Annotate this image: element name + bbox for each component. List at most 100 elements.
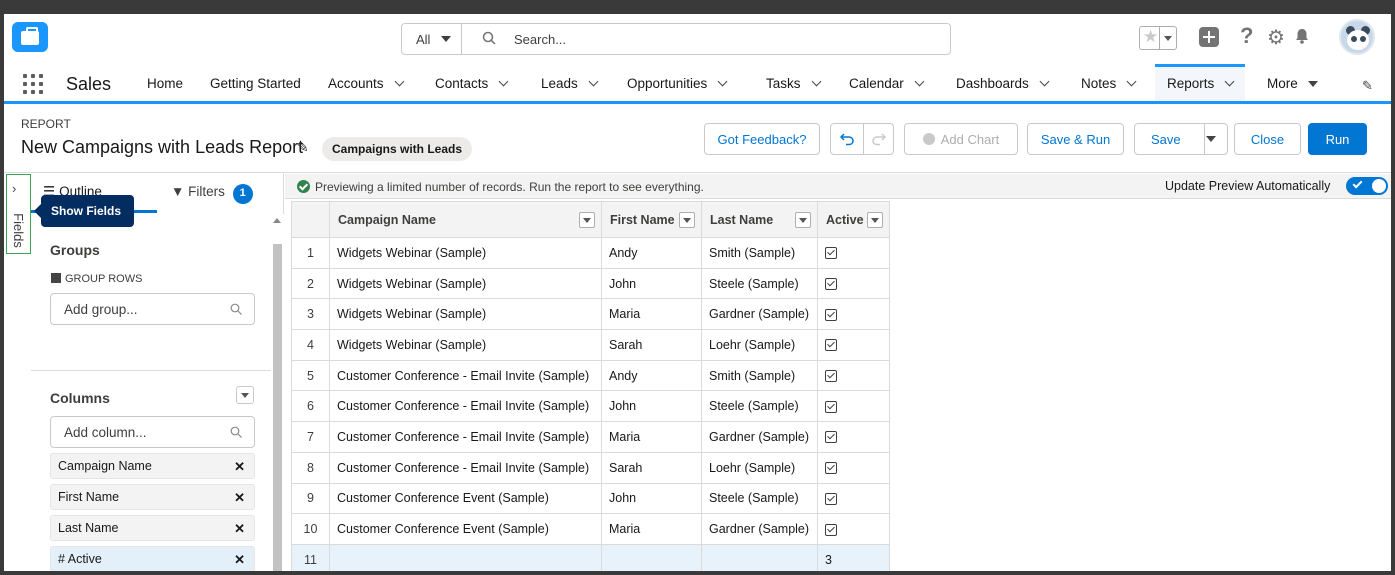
search-scope-dropdown[interactable]: All <box>402 24 462 54</box>
chevron-down-icon[interactable] <box>1224 76 1235 87</box>
nav-item-calendar[interactable]: Calendar <box>849 64 925 101</box>
row-number: 1 <box>291 237 330 269</box>
nav-item-notes[interactable]: Notes <box>1081 64 1137 101</box>
nav-item-opportunities[interactable]: Opportunities <box>627 64 728 101</box>
undo-icon[interactable] <box>840 132 854 146</box>
columns-options-dropdown[interactable] <box>236 386 254 404</box>
cell-campaign-name: Customer Conference Event (Sample) <box>329 513 602 545</box>
got-feedback-button[interactable]: Got Feedback? <box>704 123 820 155</box>
nav-item-more[interactable]: More <box>1267 64 1318 101</box>
success-check-icon <box>297 180 310 193</box>
close-button[interactable]: Close <box>1234 123 1301 155</box>
chevron-down-icon[interactable] <box>498 76 509 87</box>
chevron-down-icon[interactable] <box>588 76 599 87</box>
column-pill-first-name[interactable]: First Name ✕ <box>50 484 255 510</box>
global-search[interactable]: All Search... <box>401 23 951 55</box>
table-row: 4 Widgets Webinar (Sample) Sarah Loehr (Sam… <box>291 329 890 361</box>
row-number: 4 <box>291 329 330 361</box>
chevron-down-icon[interactable] <box>717 76 728 87</box>
column-header-first-name[interactable]: First Name <box>601 201 702 238</box>
cell-campaign-name: Widgets Webinar (Sample) <box>329 329 602 361</box>
cell-last-name: Loehr (Sample) <box>701 329 818 361</box>
close-icon[interactable]: ✕ <box>234 552 245 568</box>
cell-campaign-name: Widgets Webinar (Sample) <box>329 298 602 331</box>
column-pill-last-name[interactable]: Last Name ✕ <box>50 515 255 541</box>
column-menu-dropdown[interactable] <box>867 212 883 228</box>
chevron-down-icon[interactable] <box>1039 76 1050 87</box>
column-header-campaign-name[interactable]: Campaign Name <box>329 201 602 238</box>
help-icon[interactable]: ? <box>1240 23 1253 49</box>
cell-last-name: Loehr (Sample) <box>701 451 818 484</box>
edit-title-pencil-icon[interactable]: ✎ <box>297 139 309 156</box>
nav-item-contacts[interactable]: Contacts <box>435 64 509 101</box>
save-and-run-button[interactable]: Save & Run <box>1027 123 1124 155</box>
panel-scrollbar[interactable] <box>271 214 284 571</box>
app-logo-icon[interactable] <box>12 22 48 52</box>
add-chart-button[interactable]: Add Chart <box>904 123 1018 155</box>
column-menu-dropdown[interactable] <box>795 212 811 228</box>
close-icon[interactable]: ✕ <box>234 521 245 537</box>
search-icon <box>230 426 242 438</box>
close-icon[interactable]: ✕ <box>234 490 245 506</box>
scrollbar-thumb[interactable] <box>273 244 282 571</box>
report-type-badge: Campaigns with Leads <box>322 137 473 161</box>
table-row: 2 Widgets Webinar (Sample) John Steele (Sam… <box>291 267 890 300</box>
table-row: 6 Customer Conference - Email Invite (Sam… <box>291 390 890 423</box>
cell-first-name: John <box>601 267 702 300</box>
close-icon[interactable]: ✕ <box>234 459 245 475</box>
tab-filters[interactable]: ▼ Filters 1 <box>171 184 253 204</box>
group-rows-label: GROUP ROWS <box>51 272 142 285</box>
chevron-down-icon[interactable] <box>811 76 821 87</box>
avatar[interactable] <box>1339 19 1375 55</box>
column-header-active[interactable]: Active <box>817 201 890 238</box>
redo-icon[interactable] <box>872 132 886 146</box>
filters-count-badge: 1 <box>232 184 253 204</box>
nav-item-leads[interactable]: Leads <box>541 64 599 101</box>
cell-campaign-name: Widgets Webinar (Sample) <box>329 267 602 300</box>
search-scope-label: All <box>416 32 431 47</box>
column-pill-active[interactable]: # Active ✕ <box>50 546 255 571</box>
auto-update-toggle[interactable] <box>1346 177 1388 195</box>
cell-empty <box>601 543 702 571</box>
app-navigation: Sales Home Getting Started Accounts Cont… <box>4 64 1391 104</box>
bell-icon[interactable] <box>1294 28 1310 44</box>
row-number: 9 <box>291 482 330 515</box>
app-launcher-icon[interactable] <box>23 74 43 94</box>
scroll-up-icon[interactable] <box>273 218 281 223</box>
nav-item-getting-started[interactable]: Getting Started <box>210 64 301 101</box>
column-menu-dropdown[interactable] <box>679 212 695 228</box>
cell-campaign-name: Customer Conference - Email Invite (Samp… <box>329 390 602 423</box>
favorites-dropdown[interactable] <box>1159 27 1176 49</box>
table-row: 3 Widgets Webinar (Sample) Maria Gardner (S… <box>291 298 890 331</box>
global-actions-plus-icon[interactable] <box>1199 27 1219 47</box>
search-placeholder[interactable]: Search... <box>514 32 566 47</box>
nav-item-dashboards[interactable]: Dashboards <box>956 64 1050 101</box>
nav-item-reports[interactable]: Reports <box>1155 64 1246 101</box>
nav-item-accounts[interactable]: Accounts <box>328 64 404 101</box>
cell-campaign-name: Customer Conference - Email Invite (Samp… <box>329 451 602 484</box>
nav-item-tasks[interactable]: Tasks <box>766 64 821 101</box>
column-header-last-name[interactable]: Last Name <box>701 201 818 238</box>
checked-checkbox-icon <box>825 247 837 260</box>
chevron-down-icon[interactable] <box>914 76 925 87</box>
run-button[interactable]: Run <box>1308 123 1367 155</box>
chevron-down-icon[interactable] <box>1126 76 1137 87</box>
active-total: 3 <box>817 543 890 571</box>
column-menu-dropdown[interactable] <box>579 212 595 228</box>
gear-icon[interactable]: ⚙ <box>1267 25 1285 50</box>
app-name: Sales <box>66 74 112 94</box>
chart-icon <box>922 133 935 145</box>
save-options-dropdown[interactable] <box>1206 136 1216 142</box>
nav-item-home[interactable]: Home <box>147 64 183 101</box>
undo-redo-group <box>830 123 894 155</box>
cell-active <box>817 329 890 361</box>
add-column-input[interactable]: Add column... <box>50 416 255 448</box>
add-group-input[interactable]: Add group... <box>50 293 255 325</box>
edit-nav-pencil-icon[interactable]: ✎ <box>1362 78 1373 94</box>
cell-first-name: Andy <box>601 359 702 392</box>
save-button[interactable]: Save <box>1134 123 1228 155</box>
column-pill-campaign-name[interactable]: Campaign Name ✕ <box>50 453 255 479</box>
chevron-down-icon[interactable] <box>394 76 404 87</box>
favorites-button[interactable]: ★ <box>1139 26 1177 50</box>
fields-panel-toggle[interactable]: › Fields <box>6 174 31 254</box>
